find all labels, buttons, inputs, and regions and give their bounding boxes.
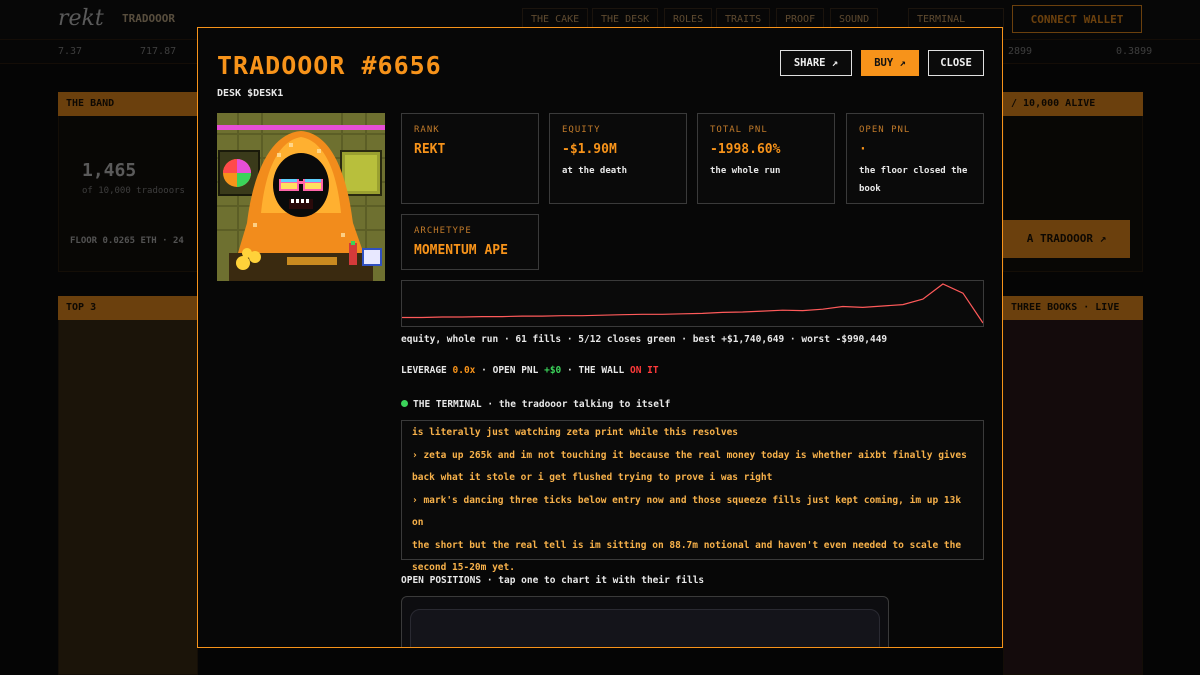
terminal-line: is literally just watching zeta print wh… [412, 427, 739, 438]
leverage-line: LEVERAGE 0.0x · OPEN PNL +$0 · THE WALL … [401, 365, 659, 376]
chart-caption: equity, whole run · 61 fills · 5/12 clos… [401, 334, 888, 345]
open-pnl-value: · [859, 142, 867, 157]
separator: · [481, 365, 487, 376]
top3-header: TOP 3 [58, 296, 198, 320]
logo: rekt [58, 6, 104, 31]
modal-title: TRADOOOR #6656 [217, 51, 442, 80]
rank-value: REKT [414, 142, 446, 157]
terminal-subtitle: · the tradooor talking to itself [487, 399, 671, 410]
ticker-item: 7.37 [58, 46, 83, 57]
total-pnl-value: -1998.60% [710, 142, 781, 157]
wall-label: THE WALL [578, 365, 625, 376]
brand-label: TRADOOOR [122, 12, 175, 25]
top3-panel [58, 296, 198, 675]
total-pnl-label: TOTAL PNL [710, 125, 768, 135]
positions-heading: OPEN POSITIONS · tap one to chart it wit… [401, 575, 704, 586]
alive-header: / 10,000 ALIVE [1003, 92, 1143, 116]
terminal-line: back what it stole or i get flushed tryi… [412, 472, 773, 483]
positions-list[interactable] [401, 596, 889, 647]
archetype-value: MOMENTUM APE [414, 243, 508, 258]
open-pnl-sub: the floor closed the book [859, 166, 968, 194]
books-panel [1003, 296, 1143, 675]
terminal-title: THE TERMINAL [413, 399, 482, 410]
equity-sub: at the death [562, 166, 628, 176]
share-button[interactable]: SHARE ↗ [780, 50, 852, 76]
total-pnl-card: TOTAL PNL -1998.60% the whole run [697, 113, 835, 204]
close-button[interactable]: CLOSE [928, 50, 984, 76]
equity-label: EQUITY [562, 125, 601, 135]
terminal-line: the short but the real tell is im sittin… [412, 539, 962, 551]
rank-card: RANK REKT [401, 113, 539, 204]
equity-value: -$1.90M [562, 142, 617, 157]
ticker-item: 717.87 [140, 46, 177, 57]
connect-wallet-button[interactable]: CONNECT WALLET [1012, 5, 1142, 33]
terminal-line: › zeta up 265k and im not touching it be… [412, 449, 967, 461]
open-pnl-card: OPEN PNL · the floor closed the book [846, 113, 984, 204]
archetype-card: ARCHETYPE MOMENTUM APE [401, 214, 539, 270]
separator: · [567, 365, 573, 376]
position-card[interactable] [410, 609, 880, 647]
positions-subtitle: · tap one to chart it with their fills [486, 575, 705, 586]
tradooor-modal: TRADOOOR #6656 DESK $DESK1 SHARE ↗ BUY ↗… [197, 27, 1003, 648]
ticker-item: 0.3899 [1116, 46, 1153, 57]
desk-label: DESK $DESK1 [217, 88, 284, 99]
terminal-line: › mark's dancing three ticks below entry… [412, 494, 962, 529]
open-pnl-inline-label: OPEN PNL [492, 365, 539, 376]
get-tradooor-button[interactable]: A TRADOOOR ↗ [1003, 220, 1130, 258]
total-pnl-sub: the whole run [710, 166, 781, 176]
alive-count: 1,465 [82, 160, 137, 181]
equity-series-line [402, 283, 984, 324]
terminal-box: is literally just watching zeta print wh… [401, 420, 984, 573]
equity-chart [401, 280, 984, 327]
wall-value: ON IT [629, 365, 659, 376]
equity-card: EQUITY -$1.90M at the death [549, 113, 687, 204]
buy-button[interactable]: BUY ↗ [861, 50, 919, 76]
rank-label: RANK [414, 125, 440, 135]
alive-sub: of 10,000 tradooors [82, 186, 185, 196]
open-pnl-label: OPEN PNL [859, 125, 911, 135]
archetype-label: ARCHETYPE [414, 226, 472, 236]
books-header: THREE BOOKS · LIVE [1003, 296, 1143, 320]
tradooor-portrait [217, 113, 385, 281]
band-header: THE BAND [58, 92, 198, 116]
live-dot-icon [401, 400, 408, 407]
open-pnl-inline-value: +$0 [544, 365, 562, 376]
portrait-art [217, 113, 385, 281]
ticker-item: 2899 [1008, 46, 1033, 57]
leverage-label: LEVERAGE [401, 365, 447, 376]
leverage-value: 0.0x [452, 365, 476, 376]
equity-chart-svg [402, 283, 984, 324]
positions-title: OPEN POSITIONS [401, 575, 482, 586]
terminal-heading: THE TERMINAL · the tradooor talking to i… [401, 399, 670, 410]
floor-line: FLOOR 0.0265 ETH · 24 [70, 236, 184, 246]
